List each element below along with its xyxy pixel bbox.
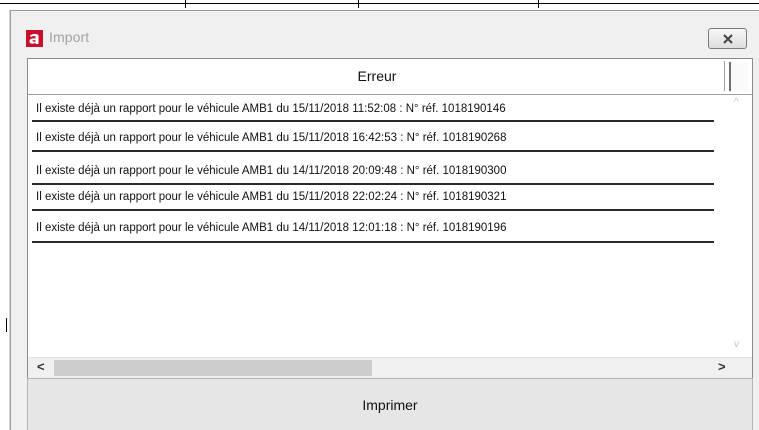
background-table-divider bbox=[6, 318, 7, 332]
screen: Import Erreur Il existe déjà un rapport … bbox=[0, 0, 759, 430]
close-icon bbox=[722, 33, 733, 44]
header-corner bbox=[729, 62, 748, 91]
vertical-scrollbar[interactable]: ^ v bbox=[731, 95, 751, 359]
background-table-divider bbox=[185, 0, 186, 8]
table-row[interactable]: Il existe déjà un rapport pour le véhicu… bbox=[32, 215, 714, 243]
table-header: Erreur bbox=[28, 59, 752, 95]
background-table-line bbox=[0, 3, 759, 4]
window-title: Import bbox=[49, 29, 90, 45]
table-row[interactable]: Il existe déjà un rapport pour le véhicu… bbox=[32, 158, 714, 185]
background-table-divider bbox=[538, 0, 539, 8]
scroll-up-icon[interactable]: ^ bbox=[734, 97, 739, 108]
close-button[interactable] bbox=[708, 28, 747, 49]
app-logo-icon bbox=[26, 30, 43, 47]
column-header-erreur[interactable]: Erreur bbox=[30, 61, 725, 91]
horizontal-scrollbar[interactable]: < > bbox=[28, 357, 752, 378]
scroll-down-icon[interactable]: v bbox=[734, 339, 739, 350]
error-table: Erreur Il existe déjà un rapport pour le… bbox=[27, 58, 753, 378]
horizontal-scroll-thumb[interactable] bbox=[54, 360, 372, 376]
title-bar: Import bbox=[11, 11, 759, 61]
table-row[interactable]: Il existe déjà un rapport pour le véhicu… bbox=[32, 97, 714, 122]
table-row[interactable]: Il existe déjà un rapport pour le véhicu… bbox=[32, 126, 714, 152]
table-row[interactable]: Il existe déjà un rapport pour le véhicu… bbox=[32, 185, 714, 211]
print-button[interactable]: Imprimer bbox=[27, 378, 753, 430]
background-table-divider bbox=[358, 0, 359, 8]
scroll-left-icon[interactable]: < bbox=[37, 359, 45, 374]
scroll-right-icon[interactable]: > bbox=[718, 359, 726, 374]
import-dialog: Import Erreur Il existe déjà un rapport … bbox=[10, 10, 759, 430]
table-rows: Il existe déjà un rapport pour le véhicu… bbox=[28, 97, 728, 357]
